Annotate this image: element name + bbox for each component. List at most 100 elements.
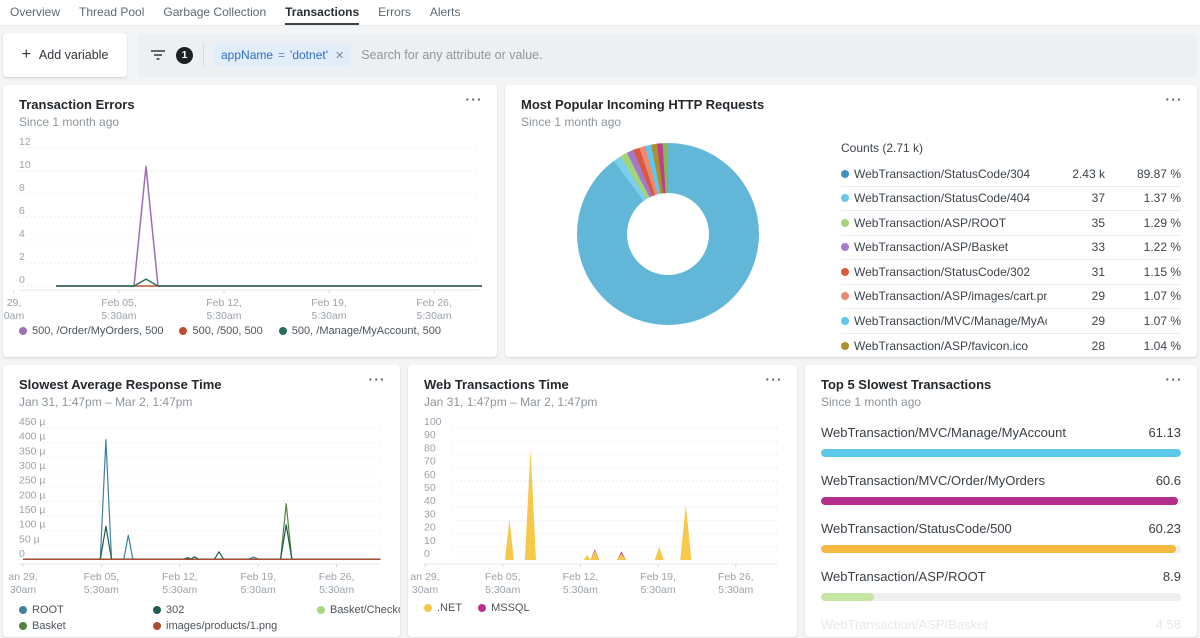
- table-row[interactable]: WebTransaction/StatusCode/404371.37 %: [841, 187, 1181, 212]
- tab-thread-pool[interactable]: Thread Pool: [79, 0, 144, 25]
- legend-item[interactable]: 500, /500, 500: [179, 325, 262, 337]
- table-row[interactable]: WebTransaction/MVC/Manage/MyAccou...291.…: [841, 309, 1181, 334]
- legend-item[interactable]: ROOT: [19, 604, 137, 616]
- row-transaction-name: WebTransaction/ASP/images/cart.png: [854, 289, 1047, 303]
- table-row[interactable]: WebTransaction/StatusCode/302311.15 %: [841, 260, 1181, 285]
- top5-bar-fill: [821, 593, 874, 601]
- svg-text:100 µ: 100 µ: [19, 519, 46, 531]
- legend-color-dot: [179, 327, 187, 335]
- legend-item[interactable]: MSSQL: [478, 602, 530, 614]
- panel-menu-button[interactable]: ···: [766, 372, 784, 387]
- svg-text:5:30am: 5:30am: [101, 310, 136, 322]
- svg-text:5:30am: 5:30am: [311, 310, 346, 322]
- panel-menu-button[interactable]: ···: [1166, 92, 1184, 107]
- svg-text:Feb 26,: Feb 26,: [718, 571, 754, 583]
- legend-label: Basket: [32, 620, 66, 632]
- top5-row[interactable]: WebTransaction/ASP/Basket4.58: [821, 617, 1181, 637]
- top5-bar-track: [821, 593, 1181, 601]
- legend-item[interactable]: Basket: [19, 620, 137, 632]
- legend-item[interactable]: 500, /Order/MyOrders, 500: [19, 325, 163, 337]
- tab-garbage-collection[interactable]: Garbage Collection: [163, 0, 266, 25]
- panel-menu-button[interactable]: ···: [466, 92, 484, 107]
- tab-transactions[interactable]: Transactions: [285, 0, 359, 25]
- svg-text:5:30am: 5:30am: [563, 584, 598, 596]
- row-color-dot: [841, 292, 849, 300]
- top5-row[interactable]: WebTransaction/MVC/Order/MyOrders60.6: [821, 473, 1181, 505]
- tab-overview[interactable]: Overview: [10, 0, 60, 25]
- top5-value: 8.9: [1163, 569, 1181, 584]
- tab-alerts[interactable]: Alerts: [430, 0, 461, 25]
- table-row[interactable]: WebTransaction/ASP/ROOT351.29 %: [841, 211, 1181, 236]
- top5-bar-list: WebTransaction/MVC/Manage/MyAccount61.13…: [821, 425, 1181, 637]
- web-tx-time-chart[interactable]: 1009080706050403020100an 29,30amFeb 05,5…: [424, 415, 781, 596]
- top5-transaction-name: WebTransaction/ASP/ROOT: [821, 569, 986, 584]
- legend-label: ROOT: [32, 604, 64, 616]
- legend-item[interactable]: images/products/1.png: [153, 620, 301, 632]
- search-input[interactable]: [361, 48, 1184, 62]
- table-row[interactable]: WebTransaction/StatusCode/3042.43 k89.87…: [841, 162, 1181, 187]
- svg-text:30am: 30am: [412, 584, 439, 596]
- panel-menu-button[interactable]: ···: [369, 372, 387, 387]
- top5-transaction-name: WebTransaction/MVC/Order/MyOrders: [821, 473, 1045, 488]
- http-requests-donut-chart[interactable]: [577, 143, 759, 325]
- transaction-errors-chart[interactable]: 12108642029,0amFeb 05,5:30amFeb 12,5:30a…: [19, 135, 481, 319]
- slowest-avg-chart[interactable]: 450 µ400 µ350 µ300 µ250 µ200 µ150 µ100 µ…: [19, 415, 384, 596]
- tab-errors[interactable]: Errors: [378, 0, 411, 25]
- legend-label: images/products/1.png: [166, 620, 277, 632]
- panel-top5-slowest: Top 5 Slowest Transactions Since 1 month…: [805, 365, 1197, 637]
- filter-chip-appname[interactable]: appName = 'dotnet' ✕: [214, 44, 351, 66]
- filter-funnel-icon: [150, 48, 166, 62]
- attribute-search-bar[interactable]: 1 appName = 'dotnet' ✕: [137, 33, 1197, 77]
- svg-text:50 µ: 50 µ: [19, 533, 40, 545]
- table-row[interactable]: WebTransaction/ASP/images/cart.png291.07…: [841, 285, 1181, 310]
- top5-bar-track: [821, 545, 1181, 553]
- row-transaction-name: WebTransaction/MVC/Manage/MyAccou...: [854, 314, 1047, 328]
- top5-bar-track: [821, 449, 1181, 457]
- legend-item[interactable]: 500, /Manage/MyAccount, 500: [279, 325, 441, 337]
- row-transaction-name: WebTransaction/ASP/ROOT: [854, 216, 1006, 230]
- panel-web-transactions-time: Web Transactions Time Jan 31, 1:47pm – M…: [408, 365, 797, 637]
- legend-item[interactable]: 302: [153, 604, 301, 616]
- http-requests-table: Counts (2.71 k) WebTransaction/StatusCod…: [841, 135, 1181, 357]
- row-transaction-name: WebTransaction/ASP/favicon.ico: [854, 339, 1028, 353]
- add-variable-button[interactable]: + Add variable: [3, 33, 127, 77]
- row-percent: 89.87 %: [1105, 167, 1181, 181]
- svg-text:90: 90: [424, 429, 436, 441]
- svg-text:Feb 26,: Feb 26,: [319, 571, 355, 583]
- panel-menu-button[interactable]: ···: [1166, 372, 1184, 387]
- chip-remove-icon[interactable]: ✕: [335, 49, 344, 62]
- chip-operator: =: [278, 48, 285, 62]
- legend-label: .NET: [437, 602, 462, 614]
- filter-bar: + Add variable 1 appName = 'dotnet' ✕: [0, 26, 1200, 85]
- panel-subtitle: Since 1 month ago: [821, 395, 1181, 409]
- table-row[interactable]: WebTransaction/ASP/Basket331.22 %: [841, 236, 1181, 261]
- top5-row[interactable]: WebTransaction/ASP/ROOT 8.9: [821, 569, 1181, 601]
- svg-text:250 µ: 250 µ: [19, 475, 46, 487]
- panel-subtitle: Jan 31, 1:47pm – Mar 2, 1:47pm: [424, 395, 781, 409]
- row-count: 29: [1047, 314, 1105, 328]
- row-percent: 1.07 %: [1105, 314, 1181, 328]
- row-percent: 1.04 %: [1105, 339, 1181, 353]
- row-color-dot: [841, 194, 849, 202]
- row-count: 28: [1047, 339, 1105, 353]
- legend-color-dot: [279, 327, 287, 335]
- legend-label: 500, /Manage/MyAccount, 500: [292, 325, 441, 337]
- legend-color-dot: [153, 622, 161, 630]
- row-transaction-name: WebTransaction/StatusCode/304: [854, 167, 1030, 181]
- svg-text:400 µ: 400 µ: [19, 431, 46, 443]
- panel-title: Web Transactions Time: [424, 377, 781, 392]
- chart-legend: .NET MSSQL: [424, 602, 781, 614]
- svg-text:20: 20: [424, 522, 436, 534]
- panel-transaction-errors: Transaction Errors Since 1 month ago ···…: [3, 85, 497, 357]
- top5-row[interactable]: WebTransaction/MVC/Manage/MyAccount61.13: [821, 425, 1181, 457]
- svg-text:5:30am: 5:30am: [206, 310, 241, 322]
- svg-text:70: 70: [424, 456, 436, 468]
- svg-text:8: 8: [19, 182, 25, 194]
- row-color-dot: [841, 268, 849, 276]
- row-color-dot: [841, 317, 849, 325]
- table-row[interactable]: WebTransaction/ASP/favicon.ico 281.04 %: [841, 334, 1181, 358]
- legend-item[interactable]: Basket/Checkout: [317, 604, 400, 616]
- legend-item[interactable]: .NET: [424, 602, 462, 614]
- top5-row[interactable]: WebTransaction/StatusCode/50060.23: [821, 521, 1181, 553]
- row-color-dot: [841, 219, 849, 227]
